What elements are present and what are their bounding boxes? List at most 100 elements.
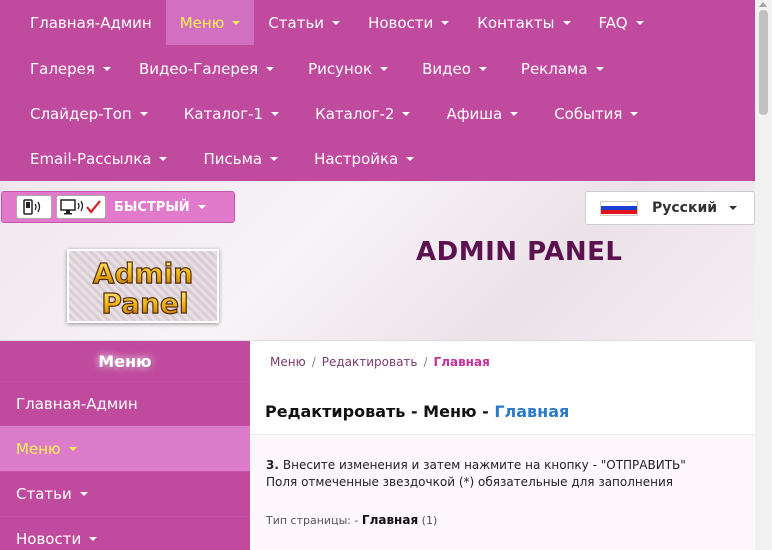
nav-item-label: Письма: [203, 149, 263, 168]
admin-panel-title: ADMIN PANEL: [416, 237, 623, 267]
caret-down-icon: [406, 156, 415, 161]
caret-down-icon: [402, 111, 411, 116]
caret-down-icon: [266, 66, 275, 71]
admin-panel-logo: Admin Panel: [67, 249, 219, 323]
nav-item-label: Email-Рассылка: [30, 149, 152, 168]
main-content: Меню / Редактировать / Главная Редактиро…: [250, 341, 755, 550]
caret-down-icon: [380, 66, 389, 71]
nav-item-label: Контакты: [477, 13, 555, 32]
page-title: Редактировать - Меню - Главная: [265, 402, 569, 421]
nav-item-news[interactable]: Новости: [354, 0, 463, 45]
page-type-label: Тип страницы: -: [266, 514, 362, 527]
nav-row-3: Слайдер-Топ Каталог-1 Каталог-2 Афиша Со…: [0, 91, 652, 136]
nav-row-1: Главная-Админ Меню Статьи Новости Контак…: [0, 0, 658, 45]
instruction-line-1: Внесите изменения и затем нажмите на кно…: [282, 458, 686, 472]
language-selector[interactable]: Русский: [585, 191, 755, 225]
scroll-up-arrow-icon[interactable]: [759, 2, 767, 7]
sidebar-item-label: Новости: [16, 530, 82, 548]
caret-down-icon: [478, 66, 487, 71]
sidebar-item-articles[interactable]: Статьи: [0, 471, 250, 516]
language-label: Русский: [652, 200, 718, 216]
header-banner: БЫСТРЫЙ Русский Admin Panel ADMIN PANEL: [0, 181, 755, 341]
nav-item-menu[interactable]: Меню: [165, 0, 255, 45]
page-type-value: Главная: [361, 513, 419, 527]
nav-item-label: Видео-Галерея: [138, 59, 259, 78]
page-type-id: (1): [421, 514, 438, 527]
page-title-accent: Главная: [494, 402, 570, 421]
sidebar-menu: Меню Главная-Админ Меню Статьи Новости: [0, 341, 250, 550]
speed-mode-selector[interactable]: БЫСТРЫЙ: [1, 191, 235, 223]
nav-row-4: Email-Рассылка Письма Настройка: [0, 136, 428, 181]
nav-item-label: Видео: [422, 59, 471, 78]
nav-item-ads[interactable]: Реклама: [501, 46, 618, 91]
nav-item-video[interactable]: Видео: [402, 46, 501, 91]
top-navigation: Главная-Админ Меню Статьи Новости Контак…: [0, 0, 755, 181]
logo-text-panel: Panel: [101, 287, 188, 320]
sidebar-item-menu[interactable]: Меню: [0, 426, 250, 471]
nav-item-label: Галерея: [30, 59, 95, 78]
scrollbar-thumb[interactable]: [759, 10, 768, 115]
nav-item-label: Реклама: [520, 59, 588, 78]
instruction-line-2: Поля отмеченные звездочкой (*) обязатель…: [266, 475, 674, 489]
nav-row-2: Галерея Видео-Галерея Рисунок Видео Рекл…: [0, 46, 618, 91]
sidebar-item-label: Главная-Админ: [16, 395, 138, 413]
nav-item-main-admin[interactable]: Главная-Админ: [0, 0, 166, 45]
nav-item-poster[interactable]: Афиша: [424, 91, 532, 136]
nav-item-letters[interactable]: Письма: [181, 136, 292, 181]
breadcrumb-link-edit[interactable]: Редактировать: [322, 355, 418, 369]
nav-item-events[interactable]: События: [532, 91, 652, 136]
nav-item-label: Настройка: [314, 149, 399, 168]
caret-down-icon: [332, 20, 341, 25]
nav-item-label: FAQ: [598, 13, 628, 32]
caret-down-icon: [232, 20, 241, 25]
nav-item-settings[interactable]: Настройка: [292, 136, 428, 181]
caret-down-icon: [79, 492, 88, 496]
nav-item-contacts[interactable]: Контакты: [463, 0, 584, 45]
page-scrollbar[interactable]: [755, 0, 772, 550]
nav-item-catalog-2[interactable]: Каталог-2: [293, 91, 424, 136]
nav-item-video-gallery[interactable]: Видео-Галерея: [125, 46, 288, 91]
edit-form-panel: 3. Внесите изменения и затем нажмите на к…: [250, 434, 755, 550]
russia-flag-icon: [600, 200, 638, 216]
nav-item-gallery[interactable]: Галерея: [0, 46, 125, 91]
nav-item-email-newsletter[interactable]: Email-Рассылка: [0, 136, 181, 181]
instructions: 3. Внесите изменения и затем нажмите на к…: [266, 457, 686, 491]
caret-down-icon: [197, 205, 206, 209]
nav-item-label: Каталог-1: [183, 104, 264, 123]
caret-down-icon: [68, 447, 77, 451]
page-title-prefix: Редактировать - Меню -: [265, 402, 495, 421]
nav-item-label: Слайдер-Топ: [30, 104, 132, 123]
caret-down-icon: [562, 20, 571, 25]
nav-item-label: Новости: [368, 13, 434, 32]
nav-item-label: События: [554, 104, 623, 123]
caret-down-icon: [159, 156, 168, 161]
nav-item-label: Каталог-2: [315, 104, 395, 123]
caret-down-icon: [270, 156, 279, 161]
caret-down-icon: [89, 537, 98, 541]
nav-item-label: Статьи: [268, 13, 325, 32]
breadcrumb: Меню / Редактировать / Главная: [270, 355, 490, 369]
nav-item-drawing[interactable]: Рисунок: [288, 46, 402, 91]
sidebar-item-label: Меню: [16, 440, 61, 458]
speed-label: БЫСТРЫЙ: [114, 200, 206, 215]
caret-down-icon: [271, 111, 280, 116]
caret-down-icon: [595, 66, 604, 71]
breadcrumb-link-menu[interactable]: Меню: [270, 355, 306, 369]
caret-down-icon: [635, 20, 644, 25]
sidebar-item-main-admin[interactable]: Главная-Админ: [0, 381, 250, 426]
nav-item-articles[interactable]: Статьи: [254, 0, 354, 45]
nav-item-label: Афиша: [446, 104, 503, 123]
page-type-info: Тип страницы: - Главная (1): [266, 513, 437, 527]
breadcrumb-current: Главная: [433, 355, 490, 369]
caret-down-icon: [729, 206, 738, 210]
nav-item-faq[interactable]: FAQ: [585, 0, 658, 45]
logo-text-admin: Admin: [93, 257, 193, 290]
nav-item-label: Главная-Админ: [30, 13, 152, 32]
breadcrumb-separator: /: [311, 355, 316, 369]
caret-down-icon: [441, 20, 450, 25]
nav-item-catalog-1[interactable]: Каталог-1: [162, 91, 293, 136]
nav-item-slider-top[interactable]: Слайдер-Топ: [0, 91, 162, 136]
sidebar-item-news[interactable]: Новости: [0, 516, 250, 550]
caret-down-icon: [510, 111, 519, 116]
desktop-check-icon: [56, 195, 106, 219]
